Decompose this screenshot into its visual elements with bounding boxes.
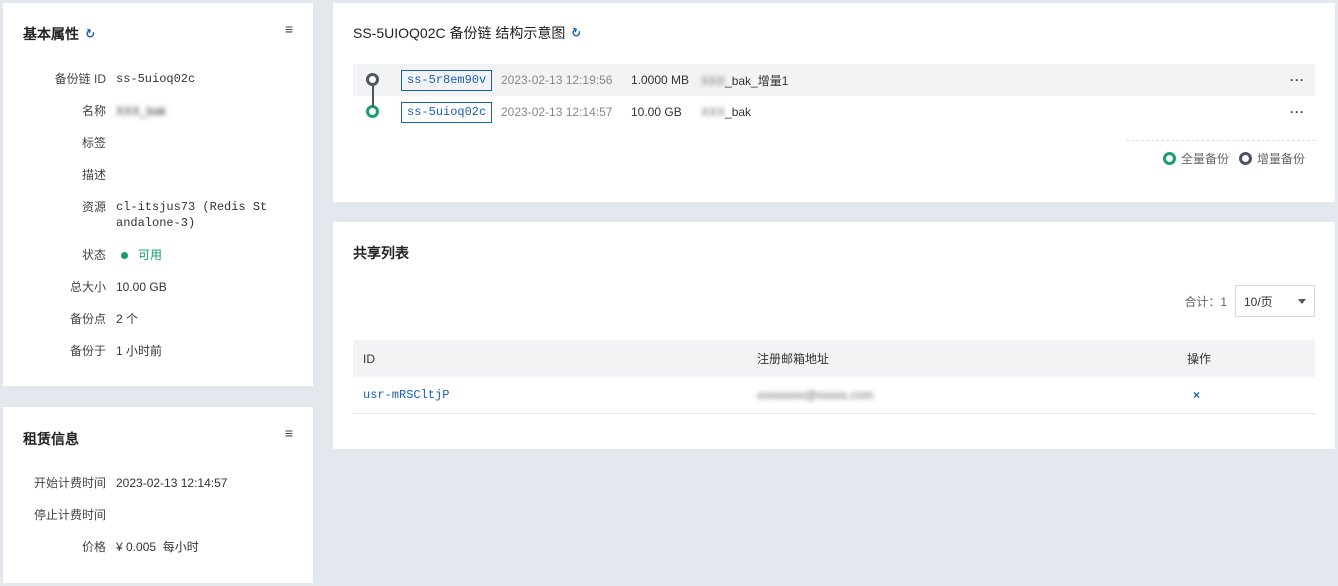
remove-share-icon[interactable]: × — [1193, 388, 1200, 402]
basic-props-panel: 基本属性 ↻ ≡ 备份链 ID ss-5uioq02c 名称 XXX_bak 标… — [3, 3, 313, 386]
resource-value-line1: cl-itsjus73 (Redis St — [116, 200, 268, 214]
column-header-id: ID — [363, 351, 375, 366]
chain-title-text: SS-5UIOQ02C 备份链 结构示意图 — [353, 25, 566, 41]
legend-divider — [1126, 140, 1315, 141]
billing-start-value: 2023-02-13 12:14:57 — [116, 476, 228, 490]
share-table: ID 注册邮箱地址 操作 usr-mRSCltjP xxxxxxxx@xxxxx… — [353, 340, 1315, 414]
share-title: 共享列表 — [353, 243, 409, 263]
snapshot-size: 1.0000 MB — [631, 73, 690, 87]
name-value: XXX_bak — [116, 104, 167, 118]
field-label: 开始计费时间 — [33, 476, 106, 490]
field-label: 名称 — [81, 104, 106, 118]
total-count: 合计：1 — [1184, 294, 1227, 309]
field-label: 状态 — [81, 248, 106, 262]
field-label: 停止计费时间 — [33, 508, 106, 522]
menu-icon[interactable]: ≡ — [285, 21, 293, 37]
backup-at-value: 1 小时前 — [116, 344, 163, 358]
table-header: ID 注册邮箱地址 操作 — [353, 340, 1315, 377]
resource-value[interactable]: cl-itsjus73 (Redis St andalone-3) — [116, 199, 267, 231]
snapshot-name-prefix: XXX — [701, 105, 726, 119]
chevron-down-icon — [1298, 298, 1306, 304]
legend-full-label: 全量备份 — [1180, 152, 1229, 166]
more-actions-icon[interactable]: ··· — [1290, 105, 1305, 119]
chain-title: SS-5UIOQ02C 备份链 结构示意图 ↻ — [353, 23, 584, 43]
snapshot-name: XXX_bak_增量1 — [701, 72, 788, 89]
snapshot-id-tag[interactable]: ss-5uioq02c — [401, 101, 493, 123]
lease-title-text: 租赁信息 — [23, 431, 79, 447]
full-backup-legend-icon — [1162, 152, 1176, 165]
status-value: 可用 — [116, 247, 162, 263]
chain-id-value[interactable]: ss-5uioq02c — [116, 71, 195, 87]
field-total-size: 总大小 10.00 GB — [3, 279, 313, 295]
field-resource: 资源 cl-itsjus73 (Redis St andalone-3) — [3, 199, 313, 231]
refresh-icon[interactable]: ↻ — [569, 25, 583, 42]
field-status: 状态 可用 — [3, 247, 313, 263]
page-size-select[interactable]: 10/页 — [1235, 285, 1315, 317]
snapshot-name-suffix: _bak — [725, 105, 752, 119]
refresh-icon[interactable]: ↻ — [83, 26, 97, 43]
field-chain-id: 备份链 ID ss-5uioq02c — [3, 71, 313, 87]
chain-row[interactable]: ss-5r8em90v 2023-02-13 12:19:56 1.0000 M… — [353, 64, 1315, 96]
backup-points-value: 2 个 — [116, 312, 139, 326]
incremental-backup-legend-icon — [1238, 152, 1252, 165]
snapshot-name: XXX_bak — [701, 105, 751, 119]
field-label: 备份于 — [69, 344, 106, 358]
chain-connector-line — [372, 83, 374, 107]
resource-value-line2: andalone-3) — [116, 216, 196, 230]
basic-props-title: 基本属性 ↻ — [23, 24, 97, 44]
email-cell: xxxxxxxx@xxxxx.com — [757, 388, 874, 402]
column-header-email: 注册邮箱地址 — [757, 352, 830, 366]
basic-props-title-text: 基本属性 — [23, 26, 79, 42]
pagination: 合计：1 10/页 — [1184, 285, 1315, 317]
snapshot-time: 2023-02-13 12:14:57 — [501, 105, 613, 119]
column-header-action: 操作 — [1187, 352, 1212, 366]
table-row: usr-mRSCltjP xxxxxxxx@xxxxx.com × — [353, 377, 1315, 414]
snapshot-id-tag[interactable]: ss-5r8em90v — [401, 69, 493, 91]
legend-incremental: 增量备份 — [1238, 150, 1305, 167]
field-backup-at: 备份于 1 小时前 — [3, 343, 313, 359]
field-tags: 标签 — [3, 135, 313, 151]
chain-legend: 全量备份 增量备份 — [1162, 150, 1305, 167]
field-label: 标签 — [81, 136, 106, 150]
field-description: 描述 — [3, 167, 313, 183]
share-title-text: 共享列表 — [353, 245, 409, 261]
snapshot-name-prefix: XXX — [701, 73, 726, 88]
legend-full: 全量备份 — [1162, 150, 1229, 167]
share-panel: 共享列表 合计：1 10/页 ID 注册邮箱地址 操作 usr-mRSCltjP… — [333, 222, 1335, 449]
snapshot-size: 10.00 GB — [631, 105, 682, 119]
field-label: 总大小 — [69, 280, 106, 294]
status-dot-icon — [121, 251, 128, 259]
menu-icon[interactable]: ≡ — [285, 425, 293, 441]
field-backup-points: 备份点 2 个 — [3, 311, 313, 327]
chain-panel: SS-5UIOQ02C 备份链 结构示意图 ↻ ss-5r8em90v 2023… — [333, 3, 1335, 202]
field-label: 备份链 ID — [54, 72, 106, 86]
legend-incremental-label: 增量备份 — [1256, 152, 1305, 166]
total-size-value: 10.00 GB — [116, 280, 167, 294]
field-label: 资源 — [81, 200, 106, 214]
status-text: 可用 — [138, 248, 163, 262]
field-billing-stop: 停止计费时间 — [3, 507, 313, 523]
page-size-value: 10/页 — [1244, 294, 1273, 309]
field-label: 备份点 — [69, 312, 106, 326]
field-billing-start: 开始计费时间 2023-02-13 12:14:57 — [3, 475, 313, 491]
snapshot-name-suffix: _bak_增量1 — [725, 73, 789, 88]
field-price: 价格 ¥ 0.005 每小时 — [3, 539, 313, 555]
field-name: 名称 XXX_bak — [3, 103, 313, 119]
field-label: 价格 — [81, 540, 106, 554]
more-actions-icon[interactable]: ··· — [1290, 73, 1305, 87]
field-label: 描述 — [81, 168, 106, 182]
lease-panel: 租赁信息 ≡ 开始计费时间 2023-02-13 12:14:57 停止计费时间… — [3, 407, 313, 583]
snapshot-time: 2023-02-13 12:19:56 — [501, 73, 613, 87]
chain-row[interactable]: ss-5uioq02c 2023-02-13 12:14:57 10.00 GB… — [353, 96, 1315, 128]
price-value: ¥ 0.005 每小时 — [116, 540, 199, 554]
action-cell: × — [1177, 388, 1315, 402]
user-id-cell[interactable]: usr-mRSCltjP — [353, 388, 747, 402]
lease-title: 租赁信息 — [23, 429, 79, 449]
